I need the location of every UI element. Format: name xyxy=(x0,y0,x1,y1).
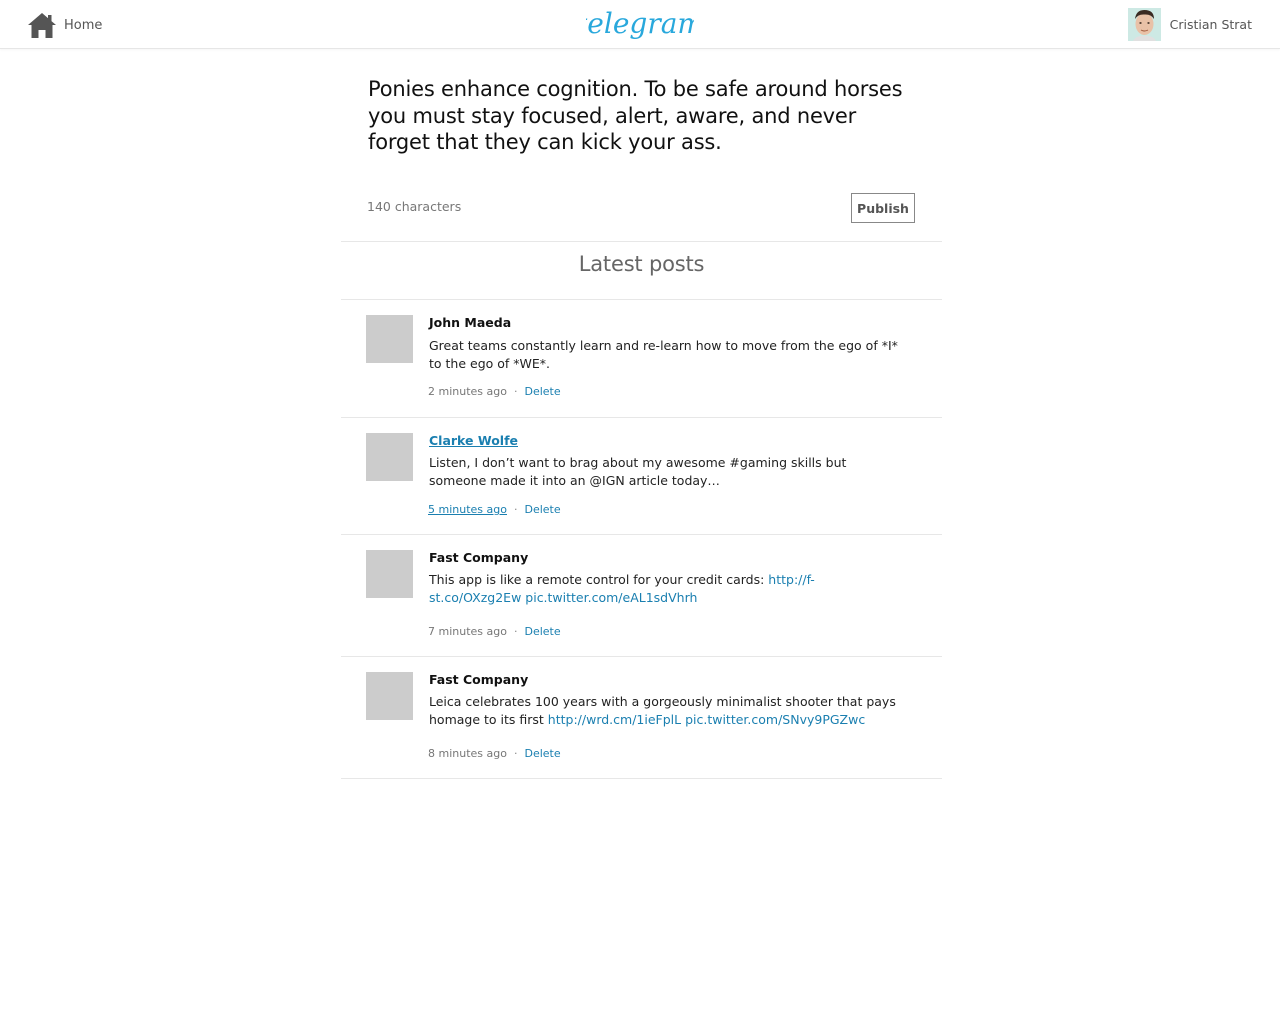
post-text: Great teams constantly learn and re-lear… xyxy=(429,338,898,371)
post-author[interactable]: Fast Company xyxy=(429,550,528,565)
logo-text: telegram xyxy=(586,7,694,40)
post-avatar[interactable] xyxy=(366,672,413,720)
post-meta: 5 minutes ago · Delete xyxy=(428,503,561,516)
separator-dot: · xyxy=(513,747,518,760)
feed-title: Latest posts xyxy=(578,252,705,276)
post-text-content: This app is like a remote control for yo… xyxy=(429,572,769,587)
user-name[interactable]: Cristian Strat xyxy=(1170,17,1252,32)
home-icon xyxy=(28,12,56,38)
separator-dot: · xyxy=(513,503,518,516)
post-item: Fast Company Leica celebrates 100 years … xyxy=(341,656,942,778)
post-author[interactable]: Clarke Wolfe xyxy=(429,433,518,448)
post-avatar[interactable] xyxy=(366,433,413,481)
post-composer[interactable]: Ponies enhance cognition. To be safe aro… xyxy=(368,76,923,156)
delete-button[interactable]: Delete xyxy=(524,747,560,760)
post-timestamp[interactable]: 2 minutes ago xyxy=(428,385,507,398)
delete-button[interactable]: Delete xyxy=(524,385,560,398)
post-avatar[interactable] xyxy=(366,550,413,598)
home-label: Home xyxy=(64,17,103,33)
post-timestamp[interactable]: 5 minutes ago xyxy=(428,503,507,516)
post-author[interactable]: John Maeda xyxy=(429,315,511,330)
top-bar: Home telegram Cristian Strat xyxy=(0,0,1280,49)
post-text: Leica celebrates 100 years with a gorgeo… xyxy=(429,693,899,729)
delete-button[interactable]: Delete xyxy=(524,625,560,638)
post-meta: 7 minutes ago · Delete xyxy=(428,625,561,638)
user-menu[interactable]: Cristian Strat xyxy=(1127,8,1252,41)
post-text: This app is like a remote control for yo… xyxy=(429,571,899,607)
post-item: John Maeda Great teams constantly learn … xyxy=(341,299,942,417)
post-timestamp[interactable]: 8 minutes ago xyxy=(428,747,507,760)
telegram-logo[interactable]: telegram xyxy=(586,6,694,46)
post-author[interactable]: Fast Company xyxy=(429,672,528,687)
post-meta: 2 minutes ago · Delete xyxy=(428,385,561,398)
post-avatar[interactable] xyxy=(366,315,413,363)
publish-button[interactable]: Publish xyxy=(851,193,915,223)
divider xyxy=(341,241,942,242)
avatar[interactable] xyxy=(1127,8,1161,41)
home-link[interactable]: Home xyxy=(27,10,102,40)
separator-dot: · xyxy=(513,385,518,398)
post-link[interactable]: pic.twitter.com/eAL1sdVhrh xyxy=(525,590,697,605)
divider xyxy=(341,778,942,779)
post-text: Listen, I don’t want to brag about my aw… xyxy=(429,455,847,488)
separator-dot: · xyxy=(513,625,518,638)
post-link[interactable]: http://wrd.cm/1ieFplL xyxy=(548,712,681,727)
character-count: 140 characters xyxy=(367,199,462,214)
post-meta: 8 minutes ago · Delete xyxy=(428,747,561,760)
post-item: Clarke Wolfe Listen, I don’t want to bra… xyxy=(341,417,942,534)
post-item: Fast Company This app is like a remote c… xyxy=(341,534,942,656)
delete-button[interactable]: Delete xyxy=(524,503,560,516)
post-timestamp[interactable]: 7 minutes ago xyxy=(428,625,507,638)
post-link[interactable]: pic.twitter.com/SNvy9PGZwc xyxy=(685,712,865,727)
